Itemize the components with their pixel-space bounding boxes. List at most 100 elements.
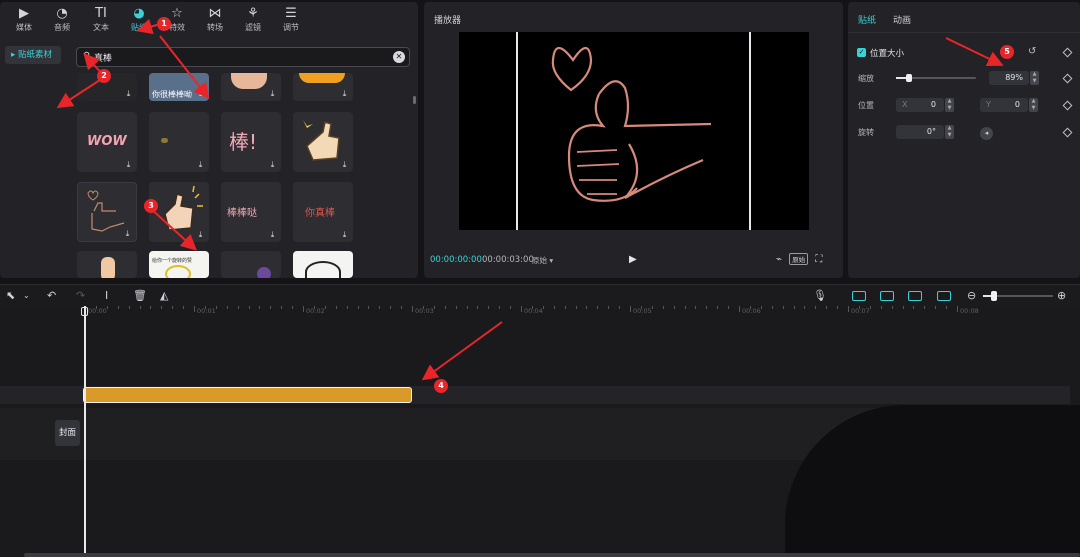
search-box[interactable]: ⚲ ✕	[76, 47, 410, 67]
search-input[interactable]	[94, 51, 374, 64]
scale-slider[interactable]	[896, 74, 976, 82]
chevron-down-icon[interactable]: ⌄	[23, 291, 30, 300]
keyframe-icon[interactable]	[1062, 73, 1073, 84]
original-ratio-button[interactable]: 原始	[789, 253, 809, 265]
tab-transition[interactable]: ⋈ 转场	[198, 6, 232, 36]
sticker-tile[interactable]: 棒! ⤓	[221, 112, 281, 172]
player-title: 播放器	[434, 16, 462, 26]
microphone-icon[interactable]: 🎙	[813, 289, 827, 302]
download-icon[interactable]: ⤓	[268, 160, 277, 169]
sticker-tile[interactable]: 你真棒 ⤓	[293, 182, 353, 242]
ruler-minor-tick	[608, 306, 610, 309]
tab-filter[interactable]: ⚘ 滤镜	[236, 6, 270, 36]
sticker-tile[interactable]	[293, 251, 353, 278]
zoom-slider-thumb[interactable]	[991, 291, 997, 301]
timeline-scrollbar[interactable]	[24, 553, 1080, 557]
download-icon[interactable]: ⤓	[340, 160, 349, 169]
rotation-stepper[interactable]: ▲ ▼	[945, 125, 954, 139]
link-icon[interactable]	[880, 291, 894, 301]
ruler-minor-tick	[128, 306, 130, 309]
sticker-tile[interactable]	[221, 251, 281, 278]
zoom-in-icon[interactable]: ⊕	[1057, 289, 1066, 302]
download-icon[interactable]: ⤓	[196, 160, 205, 169]
tab-sticker-properties[interactable]: 贴纸	[858, 13, 876, 26]
playhead[interactable]	[84, 306, 86, 557]
scale-input[interactable]: 89%	[989, 71, 1029, 85]
preview-axis-icon[interactable]	[908, 291, 922, 301]
sticker-tile[interactable]: WOW ⤓	[77, 112, 137, 172]
waveform-icon[interactable]: ⌁	[776, 254, 782, 265]
thumbs-up-sticker-preview[interactable]	[459, 32, 809, 230]
split-axis-icon[interactable]	[937, 291, 951, 301]
download-icon[interactable]: ⤓	[340, 89, 349, 98]
download-icon[interactable]: ⤓	[124, 89, 133, 98]
tab-animation[interactable]: 动画	[893, 13, 911, 26]
sticker-tile[interactable]: ⤓	[293, 112, 353, 172]
ruler-minor-tick	[913, 306, 915, 309]
position-y-input[interactable]: Y 0	[980, 98, 1028, 112]
time-ruler[interactable]: 00:00 00:01 00:02 00:03 00:04 00:05 00:06 00:07…	[85, 306, 1080, 318]
download-icon[interactable]: ⤓	[123, 229, 132, 238]
rotation-label: 旋转	[858, 128, 874, 137]
fullscreen-icon[interactable]: ⛶	[815, 254, 822, 265]
ruler-minor-tick	[368, 306, 370, 309]
zoom-out-icon[interactable]: ⊖	[967, 289, 976, 302]
filter-icon: ⚘	[247, 6, 259, 21]
sticker-tile[interactable]: ⤓	[149, 182, 209, 242]
sticker-tile[interactable]	[77, 251, 137, 278]
play-button[interactable]: ▶	[629, 254, 637, 265]
position-size-checkbox[interactable]: ✓	[857, 48, 866, 57]
keyframe-icon[interactable]	[1062, 100, 1073, 111]
keyframe-icon[interactable]	[1062, 127, 1073, 138]
sticker-tile[interactable]: ⤓	[293, 73, 353, 101]
ruler-minor-tick	[891, 306, 893, 309]
tab-sticker[interactable]: ◕ 贴纸	[122, 6, 156, 36]
ruler-minor-tick	[662, 306, 664, 309]
player-canvas[interactable]	[459, 32, 809, 230]
undo-icon[interactable]: ↶	[47, 289, 56, 302]
sticker-tile[interactable]: ⤓	[221, 73, 281, 101]
cover-button[interactable]: 封面	[55, 420, 80, 446]
rotation-dial[interactable]: ◂	[980, 127, 993, 140]
transition-icon: ⋈	[208, 6, 222, 21]
scale-slider-thumb[interactable]	[906, 74, 912, 82]
sticker-tile[interactable]: 给你一个旋转的赞	[149, 251, 209, 278]
aspect-ratio-select[interactable]: 原始 ▾	[532, 255, 553, 266]
ruler-minor-tick	[117, 306, 119, 309]
download-icon[interactable]: ⤓	[124, 160, 133, 169]
sticker-tile[interactable]: ⤓	[77, 182, 137, 242]
sticker-tile[interactable]: 棒棒哒 ⤓	[221, 182, 281, 242]
download-icon[interactable]: ⤓	[268, 89, 277, 98]
split-icon[interactable]: I	[105, 289, 108, 302]
sticker-tile[interactable]: ⤓	[149, 112, 209, 172]
sticker-clip[interactable]	[83, 387, 412, 403]
select-tool-icon[interactable]: ⬉	[6, 289, 15, 302]
download-icon[interactable]: ⤓	[196, 230, 205, 239]
media-scrollbar[interactable]	[413, 96, 416, 104]
total-time: 00:00:03:00	[482, 255, 534, 265]
position-y-stepper[interactable]: ▲ ▼	[1029, 98, 1038, 112]
delete-icon[interactable]: 🗑	[133, 289, 147, 302]
mirror-icon[interactable]: ◭	[160, 289, 168, 302]
sticker-tile[interactable]: 你很棒棒呦 ⤓	[149, 73, 209, 101]
tab-media[interactable]: ▶ 媒体	[7, 6, 41, 36]
magnet-snap-icon[interactable]	[852, 291, 866, 301]
ruler-minor-tick	[749, 306, 751, 309]
redo-icon[interactable]: ↷	[76, 289, 85, 302]
keyframe-icon[interactable]	[1062, 47, 1073, 58]
download-icon[interactable]: ⤓	[268, 230, 277, 239]
download-icon[interactable]: ⤓	[340, 230, 349, 239]
download-icon[interactable]: ⤓	[196, 89, 205, 98]
tab-text[interactable]: TI 文本	[84, 6, 118, 36]
position-x-stepper[interactable]: ▲ ▼	[945, 98, 954, 112]
scale-stepper[interactable]: ▲ ▼	[1030, 71, 1039, 85]
position-x-input[interactable]: X 0	[896, 98, 944, 112]
tab-adjust[interactable]: ☰ 调节	[274, 6, 308, 36]
rotation-input[interactable]: 0°	[896, 125, 944, 139]
clear-search-icon[interactable]: ✕	[393, 51, 405, 63]
annotation-badge-1: 1	[157, 17, 171, 31]
tab-audio[interactable]: ◔ 音频	[45, 6, 79, 36]
zoom-slider[interactable]	[983, 291, 1053, 301]
reset-icon[interactable]: ↺	[1028, 46, 1036, 57]
sidebar-item-sticker-library[interactable]: ▸ 贴纸素材	[5, 46, 61, 64]
